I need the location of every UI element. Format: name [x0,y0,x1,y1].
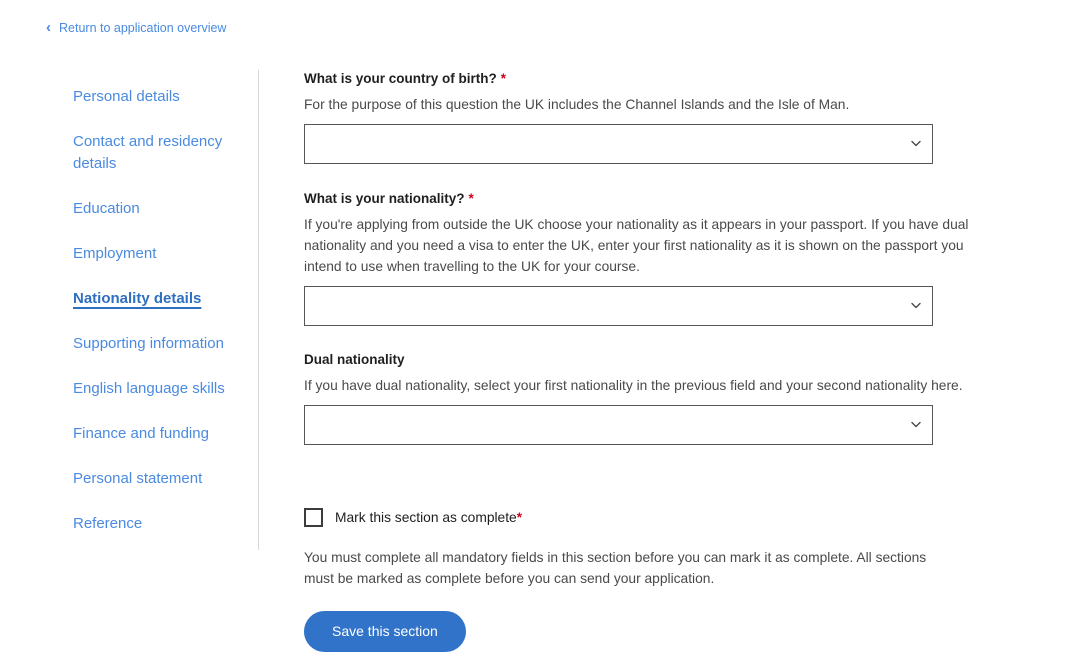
required-asterisk: * [468,191,474,206]
dual-nationality-select[interactable] [304,405,933,445]
completion-note: You must complete all mandatory fields i… [304,550,927,586]
country-of-birth-label-text: What is your country of birth? [304,71,497,86]
sidebar-item-contact-and-residency-details[interactable]: Contact and residency details [73,131,241,175]
mark-complete-row: Mark this section as complete* [304,508,1004,527]
return-to-overview-label: Return to application overview [59,21,227,36]
chevron-down-icon [911,420,921,430]
chevron-left-icon: ‹ [46,19,51,36]
field-nationality: What is your nationality? * If you're app… [304,190,1004,326]
sidebar-item-nationality-details[interactable]: Nationality details [73,288,241,310]
required-asterisk: * [516,509,522,525]
country-of-birth-label: What is your country of birth? * [304,70,1004,88]
dual-nationality-hint: If you have dual nationality, select you… [304,378,963,393]
field-country-of-birth: What is your country of birth? * For the … [304,70,1004,164]
sidebar-item-personal-details[interactable]: Personal details [73,86,241,108]
mark-complete-label-text: Mark this section as complete [335,509,517,525]
sidebar-item-supporting-information[interactable]: Supporting information [73,333,241,355]
chevron-down-icon [911,139,921,149]
sidebar-item-employment[interactable]: Employment [73,243,241,265]
sidebar-item-reference[interactable]: Reference [73,513,241,535]
page-layout: Personal details Contact and residency d… [0,70,1078,664]
country-of-birth-select[interactable] [304,124,933,164]
sidebar-item-english-language-skills[interactable]: English language skills [73,378,241,400]
section-navigation-sidebar: Personal details Contact and residency d… [0,70,259,550]
nationality-label: What is your nationality? * [304,190,1004,208]
sidebar-item-finance-and-funding[interactable]: Finance and funding [73,423,241,445]
sidebar-item-personal-statement[interactable]: Personal statement [73,468,241,490]
nationality-details-form: What is your country of birth? * For the … [304,70,1004,652]
mark-complete-label: Mark this section as complete* [335,509,522,527]
chevron-down-icon [911,301,921,311]
dual-nationality-label: Dual nationality [304,352,405,367]
nationality-hint: If you're applying from outside the UK c… [304,217,969,274]
save-this-section-button[interactable]: Save this section [304,611,466,652]
country-of-birth-hint: For the purpose of this question the UK … [304,97,850,112]
nationality-select[interactable] [304,286,933,326]
return-to-overview-link[interactable]: ‹ Return to application overview [46,19,227,36]
required-asterisk: * [500,71,507,86]
sidebar-item-education[interactable]: Education [73,198,241,220]
mark-section-complete-checkbox[interactable] [304,508,323,527]
field-dual-nationality: Dual nationality If you have dual nation… [304,351,1004,445]
nationality-label-text: What is your nationality? [304,191,465,206]
